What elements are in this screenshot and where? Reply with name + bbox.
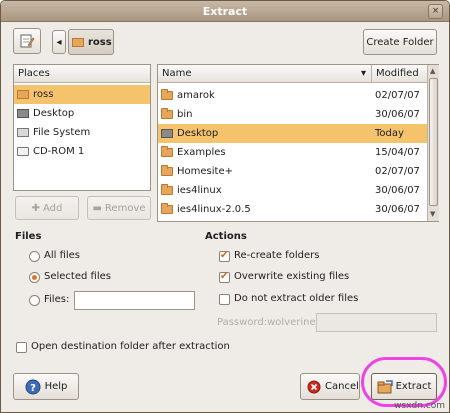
file-modified: Today <box>375 128 404 139</box>
file-name: ies4linux-2.0.5 <box>177 204 251 215</box>
file-list-scrollbar[interactable]: ▲ ▼ <box>427 65 439 221</box>
file-name: Homesite+ <box>177 166 233 177</box>
recreate-folders-label[interactable]: Re-create folders <box>234 250 319 261</box>
sort-descending-icon: ▾ <box>360 68 366 79</box>
folder-icon <box>161 165 173 176</box>
edit-location-button[interactable] <box>13 28 41 54</box>
minus-icon: ▬ <box>92 202 102 214</box>
file-modified: 30/06/07 <box>375 109 420 120</box>
places-item-cdrom[interactable]: CD-ROM 1 <box>14 142 150 161</box>
folder-icon <box>161 184 173 195</box>
close-button[interactable]: × <box>428 4 443 19</box>
actions-group-title: Actions <box>205 231 247 242</box>
file-row[interactable]: Desktop Today <box>158 124 427 143</box>
places-header[interactable]: Places <box>14 65 150 83</box>
places-item-label: CD-ROM 1 <box>33 146 85 157</box>
places-item-label: Desktop <box>33 108 75 119</box>
home-folder-icon <box>17 90 29 99</box>
password-label: Password:wolverine <box>217 317 316 328</box>
folder-icon <box>161 203 173 214</box>
add-place-label: Add <box>43 202 63 214</box>
help-button[interactable]: ? Help <box>13 373 79 400</box>
window-title: Extract <box>202 5 248 18</box>
file-modified: 30/06/07 <box>375 204 420 215</box>
file-name: Desktop <box>177 128 219 139</box>
cdrom-icon <box>17 147 29 156</box>
file-name: Examples <box>177 147 226 158</box>
selected-files-radio[interactable] <box>29 272 40 283</box>
places-item-ross[interactable]: ross <box>14 85 150 104</box>
title-bar: Extract × <box>1 1 449 22</box>
name-column-header[interactable]: Name ▾ <box>158 65 371 83</box>
add-place-button[interactable]: ✚ Add <box>15 196 79 220</box>
home-folder-icon <box>72 36 86 48</box>
places-panel: Places ross Desktop File System CD-ROM 1 <box>13 64 151 191</box>
filesystem-icon <box>17 128 29 137</box>
modified-column-header[interactable]: Modified <box>371 65 427 83</box>
path-back-button[interactable]: ◂ <box>52 30 66 54</box>
watermark: wsxdn.com <box>394 401 445 411</box>
scroll-down-icon[interactable]: ▼ <box>430 210 435 218</box>
file-row[interactable]: ies4linux 30/06/07 <box>158 181 427 200</box>
help-icon: ? <box>25 379 41 394</box>
selected-files-label[interactable]: Selected files <box>44 271 111 282</box>
overwrite-files-label[interactable]: Overwrite existing files <box>234 271 349 282</box>
folder-icon <box>161 89 173 100</box>
file-modified: 02/07/07 <box>375 166 420 177</box>
file-name: amarok <box>177 90 215 101</box>
password-input[interactable] <box>316 313 437 332</box>
remove-place-label: Remove <box>104 202 146 214</box>
overwrite-files-checkbox[interactable] <box>219 271 230 283</box>
extract-dialog: Extract × ◂ ross Create Folder Places ro… <box>0 0 450 413</box>
file-name: ies4linux <box>177 185 222 196</box>
file-row[interactable]: amarok 02/07/07 <box>158 86 427 105</box>
files-group-title: Files <box>15 231 42 242</box>
no-older-label[interactable]: Do not extract older files <box>234 293 358 304</box>
help-button-label: Help <box>44 381 68 392</box>
files-pattern-label[interactable]: Files: <box>44 294 69 305</box>
file-row[interactable]: ies4linux-2.0.5 30/06/07 <box>158 200 427 219</box>
cancel-icon <box>307 380 321 393</box>
scroll-thumb[interactable] <box>429 78 438 206</box>
all-files-label[interactable]: All files <box>44 250 80 261</box>
file-modified: 02/07/07 <box>375 90 420 101</box>
recreate-folders-checkbox[interactable] <box>219 250 230 262</box>
places-item-desktop[interactable]: Desktop <box>14 104 150 123</box>
file-name: bin <box>177 109 193 120</box>
cancel-button-label: Cancel <box>325 381 359 392</box>
highlight-circle <box>361 357 447 407</box>
path-button-label: ross <box>88 36 112 48</box>
scroll-up-icon[interactable]: ▲ <box>430 67 435 75</box>
path-button-ross[interactable]: ross <box>68 29 114 55</box>
desktop-icon <box>17 109 29 118</box>
cancel-button[interactable]: Cancel <box>300 373 360 400</box>
file-row[interactable]: bin 30/06/07 <box>158 105 427 124</box>
file-list-panel: Name ▾ Modified amarok 02/07/07 bin 30/0… <box>157 64 439 222</box>
file-row[interactable]: Examples 15/04/07 <box>158 143 427 162</box>
pencil-note-icon <box>20 34 35 48</box>
create-folder-button[interactable]: Create Folder <box>363 29 437 55</box>
places-item-file-system[interactable]: File System <box>14 123 150 142</box>
all-files-radio[interactable] <box>29 251 40 262</box>
desktop-icon <box>161 129 173 138</box>
plus-icon: ✚ <box>31 202 40 214</box>
name-column-label: Name <box>162 68 192 79</box>
file-modified: 15/04/07 <box>375 147 420 158</box>
folder-icon <box>161 146 173 157</box>
open-destination-label[interactable]: Open destination folder after extraction <box>31 341 230 352</box>
places-item-label: ross <box>33 89 54 100</box>
file-modified: 30/06/07 <box>375 185 420 196</box>
folder-icon <box>161 108 173 119</box>
file-row[interactable]: Homesite+ 02/07/07 <box>158 162 427 181</box>
svg-text:?: ? <box>30 383 36 394</box>
files-pattern-radio[interactable] <box>29 295 40 306</box>
open-destination-checkbox[interactable] <box>16 342 27 353</box>
no-older-checkbox[interactable] <box>219 294 230 305</box>
remove-place-button[interactable]: ▬ Remove <box>87 196 151 220</box>
files-pattern-input[interactable] <box>74 291 195 310</box>
places-item-label: File System <box>33 127 91 138</box>
